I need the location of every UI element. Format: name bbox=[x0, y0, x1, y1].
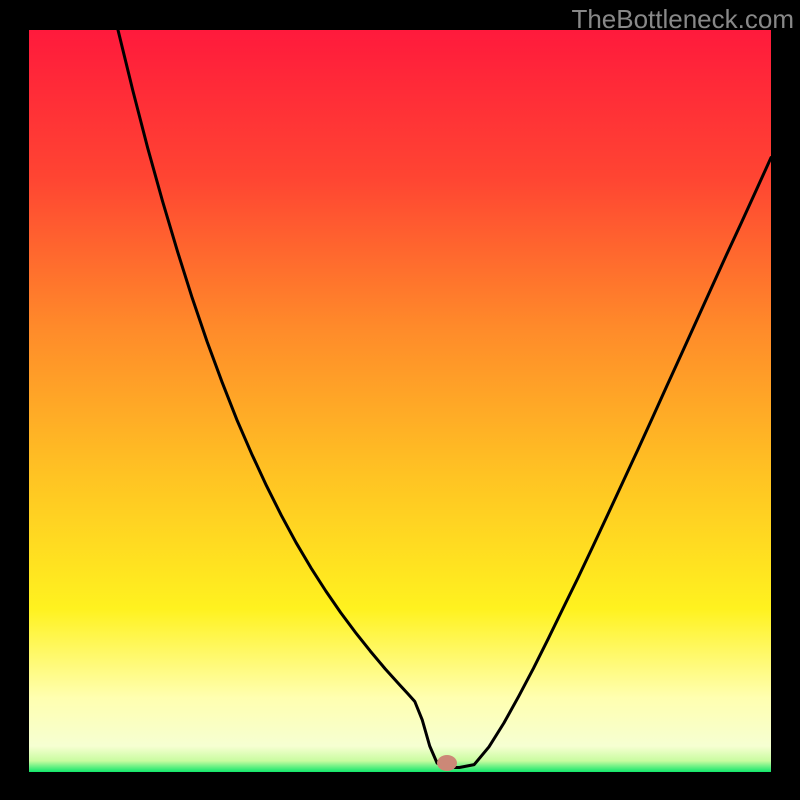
chart-svg bbox=[0, 0, 800, 800]
optimal-point-marker bbox=[437, 755, 457, 771]
watermark-text: TheBottleneck.com bbox=[571, 4, 794, 35]
bottleneck-chart: TheBottleneck.com bbox=[0, 0, 800, 800]
